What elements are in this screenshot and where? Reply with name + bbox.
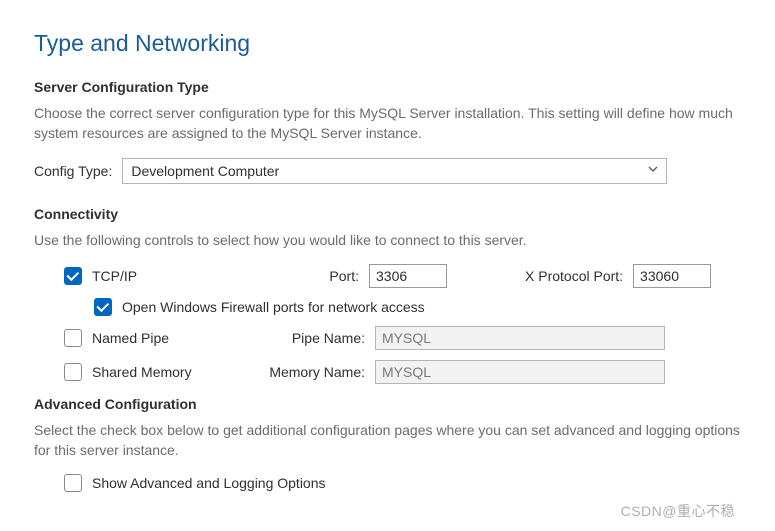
page-title: Type and Networking [34,30,741,57]
chevron-down-icon [648,166,658,176]
server-config-heading: Server Configuration Type [34,79,741,95]
show-advanced-checkbox[interactable] [64,474,82,492]
connectivity-heading: Connectivity [34,206,741,222]
connectivity-section: Connectivity Use the following controls … [34,206,741,384]
memory-name-input [375,360,665,384]
firewall-label: Open Windows Firewall ports for network … [122,299,425,315]
xprotocol-port-input[interactable] [633,264,711,288]
named-pipe-label: Named Pipe [92,330,169,346]
port-input[interactable] [369,264,447,288]
config-type-label: Config Type: [34,163,112,179]
advanced-config-section: Advanced Configuration Select the check … [34,396,741,493]
named-pipe-checkbox[interactable] [64,329,82,347]
connectivity-desc: Use the following controls to select how… [34,230,741,250]
watermark: CSDN@重心不稳 [621,501,735,521]
show-advanced-label: Show Advanced and Logging Options [92,475,326,491]
pipe-name-label: Pipe Name: [253,330,365,346]
advanced-desc: Select the check box below to get additi… [34,420,741,461]
tcpip-checkbox[interactable] [64,267,82,285]
server-config-desc: Choose the correct server configuration … [34,103,741,144]
shared-memory-label: Shared Memory [92,364,192,380]
tcpip-label: TCP/IP [92,268,137,284]
pipe-name-input [375,326,665,350]
advanced-heading: Advanced Configuration [34,396,741,412]
xprotocol-port-label: X Protocol Port: [525,268,623,284]
port-label: Port: [319,268,359,284]
memory-name-label: Memory Name: [253,364,365,380]
shared-memory-checkbox[interactable] [64,363,82,381]
firewall-checkbox[interactable] [94,298,112,316]
config-type-selected: Development Computer [131,163,279,179]
server-config-section: Server Configuration Type Choose the cor… [34,79,741,184]
config-type-dropdown[interactable]: Development Computer [122,158,667,184]
